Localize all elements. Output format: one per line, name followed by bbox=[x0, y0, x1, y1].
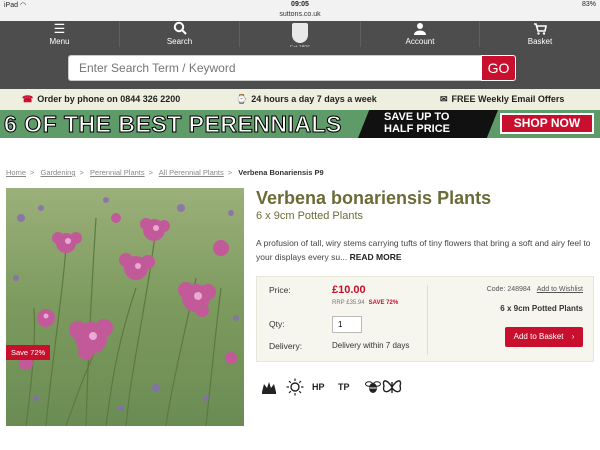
status-bar: iPad ◠ 09:05 83% bbox=[0, 0, 600, 11]
crest-icon bbox=[292, 23, 308, 43]
bee-friendly-icon bbox=[364, 378, 382, 402]
shop-now-button[interactable]: SHOP NOW bbox=[500, 113, 594, 134]
delivery-label: Delivery: bbox=[269, 341, 303, 351]
nav-account[interactable]: Account bbox=[360, 21, 480, 47]
pack-size: 6 x 9cm Potted Plants bbox=[500, 304, 583, 313]
search-go-button[interactable]: GO bbox=[481, 55, 516, 81]
email-offers-link[interactable]: ✉ FREE Weekly Email Offers bbox=[440, 94, 564, 105]
hardy-perennial-badge: HP bbox=[312, 382, 325, 392]
envelope-icon: ✉ bbox=[440, 94, 448, 104]
battery-level: 83% bbox=[581, 1, 596, 8]
search-input[interactable] bbox=[68, 55, 482, 81]
delivery-info: Delivery within 7 days bbox=[332, 341, 410, 350]
promo-banner[interactable]: 6 OF THE BEST PERENNIALS SAVE UP TO HALF… bbox=[0, 110, 600, 138]
watch-icon: ⌚ bbox=[236, 94, 248, 104]
banner-save-text: SAVE UP TO HALF PRICE bbox=[384, 111, 450, 135]
rhs-award-icon bbox=[260, 378, 278, 402]
qty-label: Qty: bbox=[269, 319, 285, 329]
top-nav: ☰ Menu Search Est 1806 Account Basket bbox=[0, 21, 600, 51]
nav-menu[interactable]: ☰ Menu bbox=[0, 21, 120, 47]
sun-icon bbox=[286, 378, 304, 402]
product-title: Verbena bonariensis Plants bbox=[256, 188, 492, 208]
save-percentage: SAVE 72% bbox=[368, 300, 399, 306]
search-icon bbox=[120, 21, 239, 37]
clock: 09:05 bbox=[291, 1, 309, 8]
add-to-wishlist-link[interactable]: Add to Wishlist bbox=[537, 286, 583, 293]
purchase-box: Price: £10.00 RRP £35.94SAVE 72% Qty: De… bbox=[256, 276, 594, 362]
butterfly-icon bbox=[382, 378, 402, 402]
chevron-right-icon: › bbox=[571, 332, 575, 341]
search-bar: GO bbox=[0, 47, 600, 89]
product-code: Code: 248984 Add to Wishlist bbox=[486, 286, 583, 293]
product-subtitle: 6 x 9cm Potted Plants bbox=[256, 210, 363, 222]
hamburger-icon: ☰ bbox=[53, 21, 66, 36]
rrp-line: RRP £35.94 SAVE 72% bbox=[332, 300, 399, 306]
phone-icon: ☎ bbox=[22, 94, 34, 104]
hours-info: ⌚ 24 hours a day 7 days a week bbox=[236, 94, 377, 104]
nav-basket[interactable]: Basket bbox=[480, 21, 600, 47]
product-image[interactable] bbox=[6, 188, 244, 426]
quantity-input[interactable] bbox=[332, 316, 362, 333]
breadcrumb-home[interactable]: Home bbox=[6, 168, 26, 177]
read-more-link[interactable]: READ MORE bbox=[350, 252, 402, 262]
add-to-basket-button[interactable]: Add to Basket › bbox=[505, 327, 583, 347]
basket-icon bbox=[480, 21, 600, 37]
site-logo[interactable]: Est 1806 bbox=[270, 21, 330, 51]
banner-headline: 6 OF THE BEST PERENNIALS bbox=[4, 111, 342, 138]
nav-search[interactable]: Search bbox=[120, 21, 240, 47]
address-bar[interactable]: suttons.co.uk bbox=[0, 11, 600, 21]
price-value: £10.00 bbox=[332, 284, 366, 296]
breadcrumb-all-perennial-plants[interactable]: All Perennial Plants bbox=[159, 168, 224, 177]
breadcrumb: Home > Gardening > Perennial Plants > All P… bbox=[6, 168, 324, 177]
breadcrumb-perennial-plants[interactable]: Perennial Plants bbox=[90, 168, 145, 177]
buybox-divider bbox=[427, 285, 428, 355]
save-badge: Save 72% bbox=[6, 345, 51, 360]
product-description: A profusion of tall, wiry stems carrying… bbox=[256, 238, 591, 262]
breadcrumb-gardening[interactable]: Gardening bbox=[41, 168, 76, 177]
account-icon bbox=[361, 21, 479, 37]
info-bar: ☎ Order by phone on 0844 326 2200 ⌚ 24 hou… bbox=[0, 89, 600, 110]
price-label: Price: bbox=[269, 285, 291, 295]
breadcrumb-current: Verbena Bonariensis P9 bbox=[238, 168, 324, 177]
tender-perennial-badge: TP bbox=[338, 382, 350, 392]
phone-order-info[interactable]: ☎ Order by phone on 0844 326 2200 bbox=[22, 94, 180, 105]
